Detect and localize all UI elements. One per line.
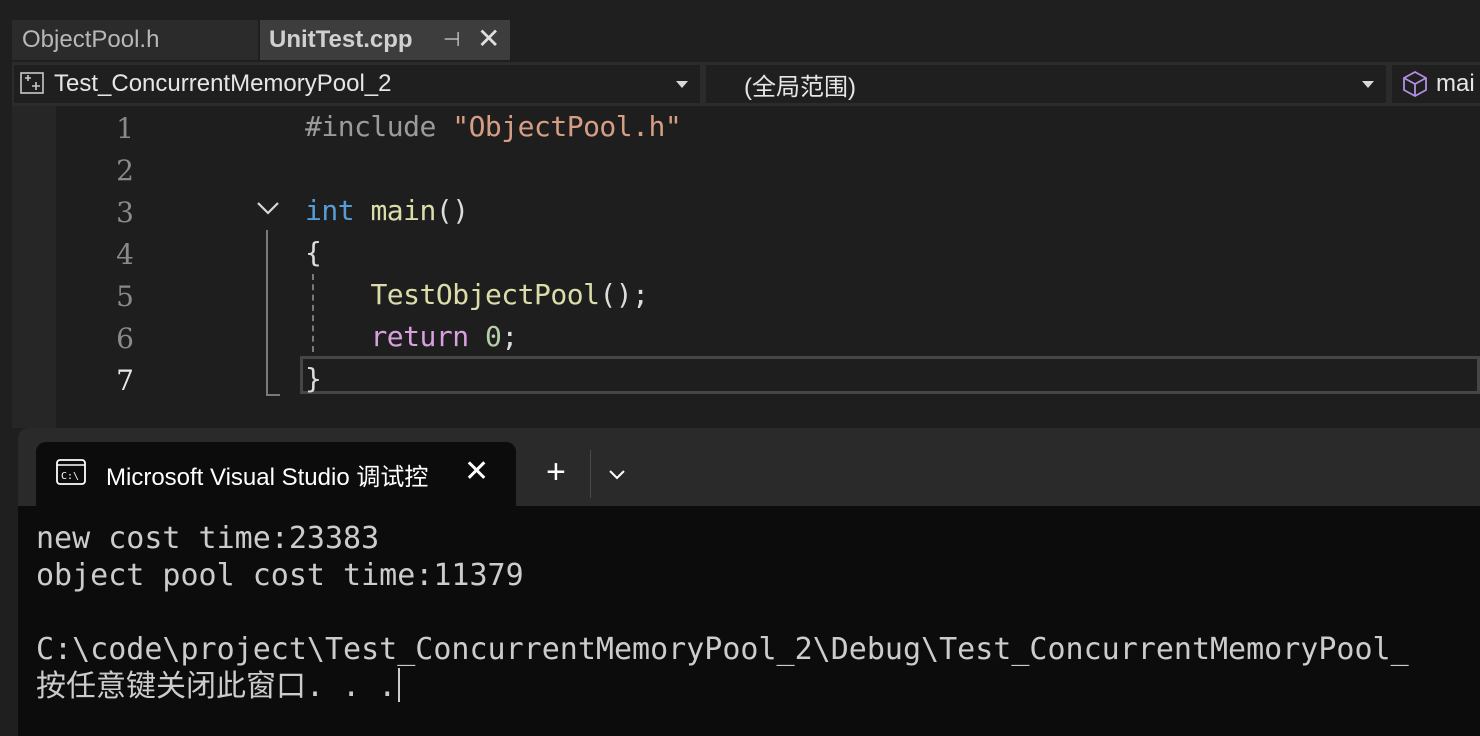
console-line: C:\code\project\Test_ConcurrentMemoryPoo…	[36, 632, 1409, 667]
number-literal: 0	[484, 320, 502, 353]
dropdown-arrow-icon	[676, 81, 688, 88]
string-literal: "ObjectPool.h"	[452, 110, 682, 143]
tab-label: UnitTest.cpp	[269, 26, 413, 53]
code-text: }	[305, 362, 322, 395]
pin-icon[interactable]: ⊣	[443, 27, 460, 52]
code-line: 6 return 0;	[12, 318, 1480, 360]
code-editor[interactable]: 1 #include "ObjectPool.h" 2 3 int main()…	[12, 106, 1480, 428]
code-text: TestObjectPool();	[305, 278, 649, 311]
code-line: 5 TestObjectPool();	[12, 276, 1480, 318]
console-line: object pool cost time:11379	[36, 558, 524, 593]
scope-dropdown[interactable]: (全局范围)	[706, 65, 1386, 103]
console-title: Microsoft Visual Studio 调试控	[106, 463, 429, 491]
line-number: 7	[116, 364, 134, 397]
line-number: 3	[116, 196, 134, 229]
editor-tab-strip: ObjectPool.h UnitTest.cpp ⊣ ✕	[0, 0, 1480, 60]
svg-text:C:\: C:\	[61, 471, 79, 482]
keyword: int	[305, 194, 355, 227]
code-line: 7 }	[12, 360, 1480, 402]
line-number: 6	[116, 322, 134, 355]
divider	[590, 450, 591, 498]
member-dropdown[interactable]: mai	[1392, 65, 1480, 103]
console-prompt: 按任意键关闭此窗口. . .	[36, 669, 397, 704]
terminal-icon: C:\	[56, 458, 86, 490]
code-line: 4 {	[12, 234, 1480, 276]
console-line: new cost time:23383	[36, 521, 380, 556]
console-tab-bar: C:\ Microsoft Visual Studio 调试控 ✕ +	[18, 428, 1480, 506]
code-text: #include "ObjectPool.h"	[305, 110, 682, 143]
control-keyword: return	[370, 320, 469, 353]
code-text: {	[305, 236, 322, 269]
scope-guide-end	[266, 394, 280, 396]
function-name: main	[370, 194, 436, 227]
tab-objectpool-h[interactable]: ObjectPool.h	[12, 20, 258, 60]
close-tab-icon[interactable]: ✕	[477, 24, 500, 54]
line-number: 2	[116, 154, 134, 187]
line-number: 1	[116, 112, 134, 145]
tab-label: ObjectPool.h	[22, 26, 160, 53]
scope-label: (全局范围)	[744, 73, 856, 101]
punctuation: ;	[501, 320, 518, 353]
line-number: 5	[116, 280, 134, 313]
code-line: 3 int main()	[12, 192, 1480, 234]
preprocessor-directive: #include	[305, 110, 436, 143]
code-text: return 0;	[305, 320, 518, 353]
function-call: TestObjectPool	[370, 278, 600, 311]
class-icon	[20, 72, 46, 96]
code-text: int main()	[305, 194, 469, 227]
punctuation: ();	[599, 278, 649, 311]
close-icon[interactable]: ✕	[464, 456, 489, 488]
chevron-down-icon[interactable]	[608, 468, 626, 486]
console-output[interactable]: new cost time:23383 object pool cost time…	[36, 520, 1409, 705]
new-tab-button[interactable]: +	[546, 454, 566, 490]
indent-guide	[312, 274, 314, 352]
text-caret	[398, 668, 401, 702]
navigation-bar: Test_ConcurrentMemoryPool_2 (全局范围) mai	[12, 62, 1480, 106]
member-label: mai	[1436, 70, 1475, 97]
console-line: 按任意键关闭此窗口. . .	[36, 668, 1409, 705]
project-name: Test_ConcurrentMemoryPool_2	[54, 70, 392, 97]
code-line: 2	[12, 150, 1480, 192]
dropdown-arrow-icon	[1362, 81, 1374, 88]
line-number: 4	[116, 238, 134, 271]
project-dropdown[interactable]: Test_ConcurrentMemoryPool_2	[14, 65, 700, 103]
scope-guide	[266, 230, 268, 396]
fold-chevron-icon[interactable]	[256, 200, 280, 221]
code-line: 1 #include "ObjectPool.h"	[12, 108, 1480, 150]
cube-icon	[1402, 70, 1428, 98]
console-tab[interactable]: C:\ Microsoft Visual Studio 调试控 ✕	[36, 442, 516, 506]
punctuation: ()	[435, 194, 469, 227]
tab-unittest-cpp[interactable]: UnitTest.cpp ⊣ ✕	[260, 20, 510, 60]
debug-console-window: C:\ Microsoft Visual Studio 调试控 ✕ + new …	[18, 428, 1480, 736]
